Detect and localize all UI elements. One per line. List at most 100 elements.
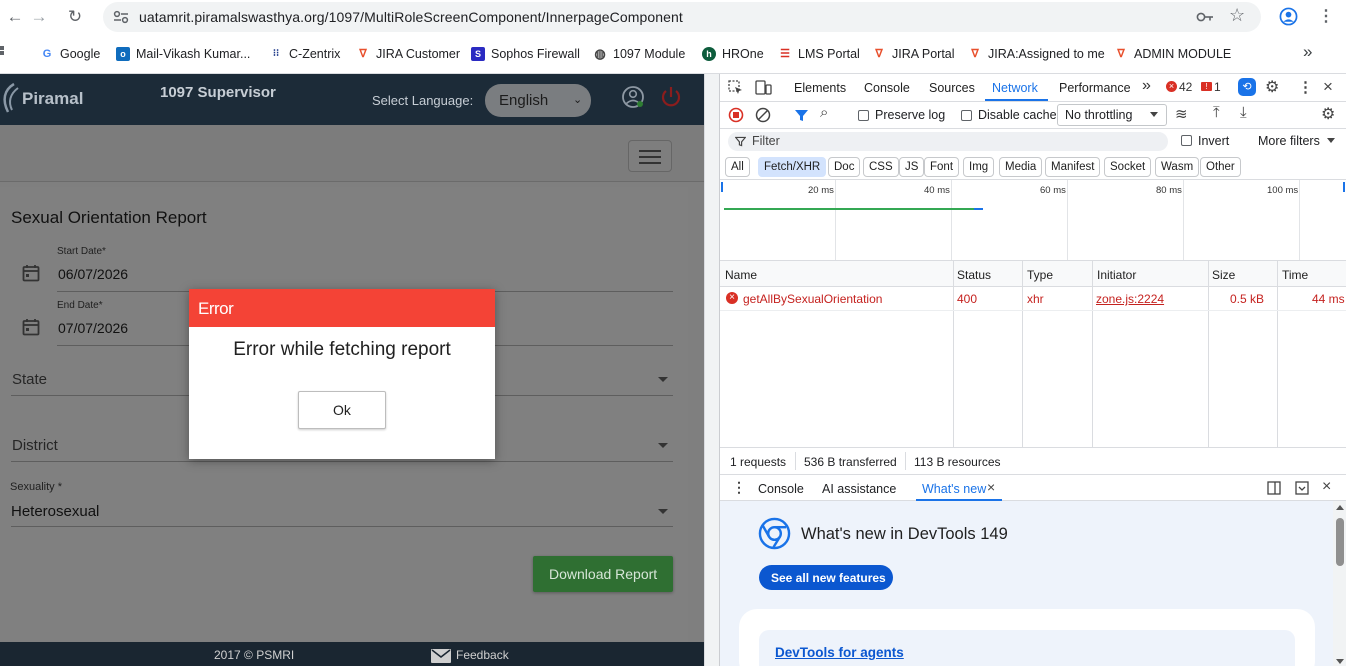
invert-checkbox[interactable] bbox=[1181, 135, 1192, 146]
user-account-icon[interactable] bbox=[621, 85, 645, 109]
bookmark-hrone[interactable]: h HROne bbox=[702, 44, 764, 64]
column-size[interactable]: Size bbox=[1212, 268, 1235, 282]
column-status[interactable]: Status bbox=[957, 268, 991, 282]
filter-chip-other[interactable]: Other bbox=[1200, 157, 1241, 177]
timeline-start-handle[interactable] bbox=[721, 182, 723, 192]
devtools-for-agents-link[interactable]: DevTools for agents bbox=[775, 645, 904, 660]
more-tabs-icon[interactable]: » bbox=[1142, 77, 1151, 95]
drawer-menu-icon[interactable]: ⋮ bbox=[732, 479, 746, 496]
clear-icon[interactable] bbox=[755, 107, 771, 123]
dock-bottom-icon[interactable] bbox=[1295, 481, 1309, 495]
network-settings-gear-icon[interactable]: ⚙ bbox=[1321, 104, 1335, 124]
feedback-link[interactable]: Feedback bbox=[456, 648, 509, 662]
tab-console[interactable]: Console bbox=[864, 81, 910, 95]
column-name[interactable]: Name bbox=[725, 268, 757, 282]
download-report-button[interactable]: Download Report bbox=[533, 556, 673, 592]
close-icon[interactable]: × bbox=[987, 479, 995, 495]
forward-arrow-icon[interactable]: → bbox=[28, 6, 50, 28]
power-logout-icon[interactable] bbox=[660, 85, 682, 109]
drawer-tab-whats-new[interactable]: What's new bbox=[922, 482, 986, 496]
end-date-input[interactable]: 07/07/2026 bbox=[58, 320, 128, 336]
drawer-tab-console[interactable]: Console bbox=[758, 482, 804, 496]
site-settings-icon[interactable] bbox=[113, 10, 129, 24]
error-count[interactable]: 42 bbox=[1179, 80, 1192, 94]
password-key-icon[interactable] bbox=[1196, 9, 1214, 25]
filter-chip-media[interactable]: Media bbox=[999, 157, 1043, 177]
filter-chip-doc[interactable]: Doc bbox=[828, 157, 861, 177]
reload-icon[interactable]: ↻ bbox=[64, 6, 86, 28]
tab-elements[interactable]: Elements bbox=[794, 81, 846, 95]
bookmark-jira-assigned[interactable]: ᐁ JIRA:Assigned to me bbox=[968, 44, 1104, 64]
inspect-element-icon[interactable] bbox=[728, 80, 743, 95]
network-conditions-icon[interactable]: ≋ bbox=[1175, 105, 1188, 123]
bookmark-admin-module[interactable]: ᐁ ADMIN MODULE bbox=[1114, 44, 1231, 64]
request-initiator-link[interactable]: zone.js:2224 bbox=[1096, 292, 1164, 306]
calendar-icon[interactable] bbox=[22, 318, 40, 339]
filter-chip-socket[interactable]: Socket bbox=[1104, 157, 1152, 177]
network-overview-timeline[interactable]: 20 ms 40 ms 60 ms 80 ms 100 ms bbox=[720, 179, 1346, 261]
filter-input[interactable]: Filter bbox=[728, 132, 1168, 151]
column-type[interactable]: Type bbox=[1027, 268, 1053, 282]
bookmark-star-icon[interactable]: ☆ bbox=[1229, 5, 1245, 26]
state-select[interactable]: State bbox=[12, 371, 47, 388]
preserve-log-checkbox[interactable] bbox=[858, 110, 869, 121]
hamburger-menu-button[interactable] bbox=[628, 140, 672, 172]
language-select[interactable]: English ⌄ bbox=[485, 84, 591, 117]
browser-menu-icon[interactable]: ⋮ bbox=[1318, 6, 1334, 26]
district-select[interactable]: District bbox=[12, 437, 58, 454]
bookmark-jira-customer[interactable]: ᐁ JIRA Customer bbox=[356, 44, 460, 64]
request-name[interactable]: getAllBySexualOrientation bbox=[743, 292, 882, 306]
ok-button[interactable]: Ok bbox=[298, 391, 386, 429]
drawer-tab-ai-assistance[interactable]: AI assistance bbox=[822, 482, 896, 496]
bookmark-google[interactable]: G Google bbox=[40, 44, 101, 64]
filter-chip-css[interactable]: CSS bbox=[863, 157, 899, 177]
feedback-mail-icon[interactable] bbox=[431, 649, 451, 663]
bookmark-sophos[interactable]: S Sophos Firewall bbox=[471, 44, 580, 64]
bookmark-1097-module[interactable]: ◍ 1097 Module bbox=[593, 44, 685, 64]
sexuality-select[interactable]: Heterosexual bbox=[11, 503, 99, 520]
filter-chip-font[interactable]: Font bbox=[924, 157, 960, 177]
gear-icon[interactable]: ⚙ bbox=[1265, 77, 1279, 97]
profile-avatar-icon[interactable] bbox=[1279, 7, 1298, 26]
address-bar[interactable]: uatamrit.piramalswasthya.org/1097/MultiR… bbox=[103, 2, 1261, 32]
export-har-icon[interactable]: ⤓ bbox=[1240, 104, 1247, 121]
kebab-menu-icon[interactable]: ⋮ bbox=[1298, 78, 1313, 96]
scroll-down-icon[interactable] bbox=[1336, 659, 1344, 664]
filter-funnel-icon[interactable] bbox=[794, 108, 809, 123]
filter-chip-img[interactable]: Img bbox=[963, 157, 995, 177]
calendar-icon[interactable] bbox=[22, 264, 40, 285]
filter-chip-manifest[interactable]: Manifest bbox=[1045, 157, 1101, 177]
dock-side-icon[interactable] bbox=[1267, 481, 1281, 495]
timeline-end-handle[interactable] bbox=[1343, 182, 1345, 192]
record-stop-icon[interactable] bbox=[728, 107, 744, 123]
url-text[interactable]: uatamrit.piramalswasthya.org/1097/MultiR… bbox=[139, 9, 683, 25]
devtools-splitter[interactable] bbox=[704, 74, 719, 666]
start-date-input[interactable]: 06/07/2026 bbox=[58, 266, 128, 282]
more-bookmarks-icon[interactable]: » bbox=[1303, 42, 1312, 62]
apps-grid-icon[interactable] bbox=[0, 45, 10, 61]
ai-badge-icon[interactable]: ⟲ bbox=[1238, 78, 1256, 96]
filter-chip-fetch-xhr[interactable]: Fetch/XHR bbox=[758, 157, 827, 177]
more-filters-button[interactable]: More filters bbox=[1258, 134, 1320, 148]
back-arrow-icon[interactable]: ← bbox=[4, 6, 26, 28]
tab-performance[interactable]: Performance bbox=[1059, 81, 1131, 95]
warning-count[interactable]: 1 bbox=[1214, 80, 1221, 94]
device-toolbar-icon[interactable] bbox=[755, 80, 772, 95]
column-initiator[interactable]: Initiator bbox=[1097, 268, 1136, 282]
disable-cache-checkbox[interactable] bbox=[961, 110, 972, 121]
column-time[interactable]: Time bbox=[1282, 268, 1308, 282]
bookmark-lms[interactable]: ☰ LMS Portal bbox=[778, 44, 860, 64]
bookmark-mail[interactable]: o Mail-Vikash Kumar... bbox=[116, 44, 250, 64]
import-har-icon[interactable]: ⤒ bbox=[1213, 104, 1220, 121]
tab-sources[interactable]: Sources bbox=[929, 81, 975, 95]
scroll-up-icon[interactable] bbox=[1336, 505, 1344, 510]
scrollbar-thumb[interactable] bbox=[1336, 518, 1344, 566]
see-all-features-button[interactable]: See all new features bbox=[759, 565, 893, 590]
filter-chip-all[interactable]: All bbox=[725, 157, 750, 177]
close-icon[interactable]: × bbox=[1323, 77, 1333, 97]
close-drawer-icon[interactable]: × bbox=[1322, 478, 1331, 496]
tab-network[interactable]: Network bbox=[992, 81, 1038, 95]
whats-new-scrollbar[interactable] bbox=[1333, 501, 1346, 666]
bookmark-jira-portal[interactable]: ᐁ JIRA Portal bbox=[872, 44, 954, 64]
bookmark-czentrix[interactable]: ⁝⁝ C-Zentrix bbox=[269, 44, 341, 64]
